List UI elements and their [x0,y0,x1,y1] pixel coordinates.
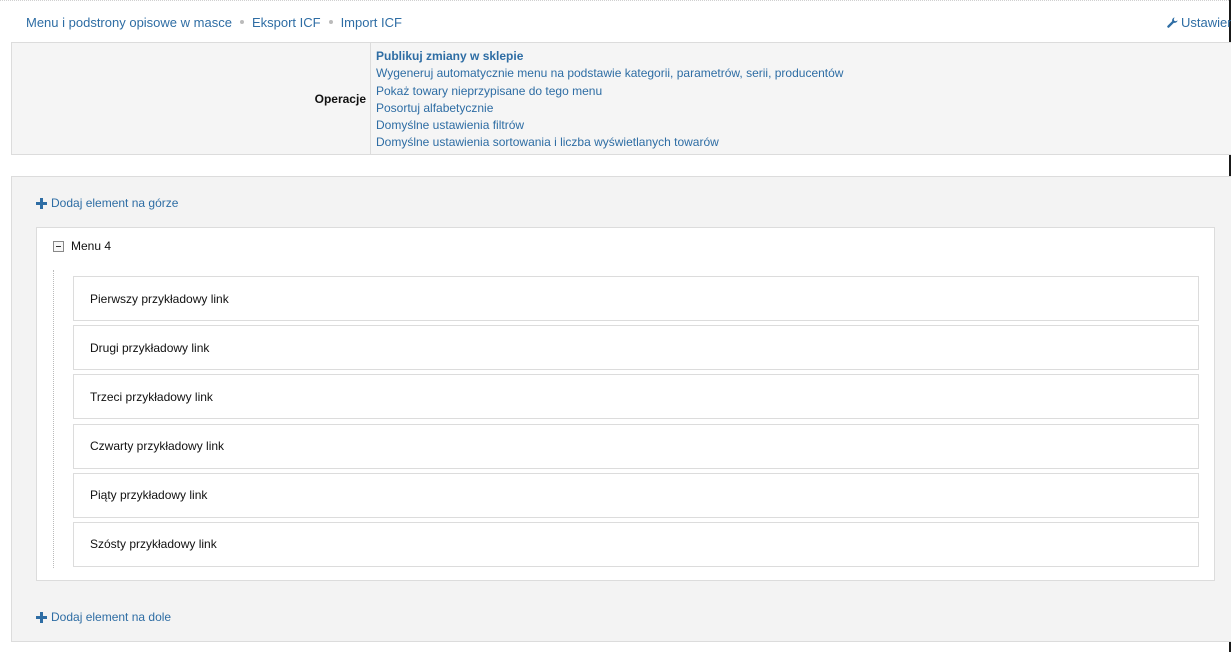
nav-link-menu-masks[interactable]: Menu i podstrony opisowe w masce [26,15,232,30]
menu-title: Menu 4 [71,239,112,253]
wrench-icon [1167,16,1178,28]
menu-header: Menu 4 [53,238,111,254]
operations-table: Operacje Publikuj zmiany w sklepie Wygen… [11,42,1231,155]
menu-editor-panel: Dodaj element na górze Menu 4 Pierwszy p… [11,176,1231,642]
default-filters-link[interactable]: Domyślne ustawienia filtrów [376,117,843,134]
tree-connector-line [53,270,54,568]
menu-item[interactable]: Trzeci przykładowy link [73,374,1199,420]
top-nav: Menu i podstrony opisowe w masce Eksport… [26,13,402,31]
nav-separator [239,20,244,24]
menu-item[interactable]: Pierwszy przykładowy link [73,276,1199,321]
settings-link[interactable]: Ustawien [1167,13,1231,31]
menu-item[interactable]: Piąty przykładowy link [73,472,1199,518]
menu-items-list: Pierwszy przykładowy link Drugi przykład… [73,276,1199,571]
menu-item[interactable]: Czwarty przykładowy link [73,423,1199,469]
sort-alphabetically-link[interactable]: Posortuj alfabetycznie [376,100,843,117]
plus-icon [36,611,47,623]
settings-label: Ustawien [1181,14,1231,30]
operations-label: Operacje [12,43,371,154]
add-element-top-label: Dodaj element na górze [51,196,179,210]
add-element-top-button[interactable]: Dodaj element na górze [36,196,178,210]
top-divider [0,0,1231,1]
default-sorting-link[interactable]: Domyślne ustawienia sortowania i liczba … [376,134,843,151]
add-element-bottom-label: Dodaj element na dole [51,610,172,624]
operations-links: Publikuj zmiany w sklepie Wygeneruj auto… [376,48,843,152]
nav-link-export-icf[interactable]: Eksport ICF [252,15,321,30]
menu-tree: Menu 4 Pierwszy przykładowy link Drugi p… [36,227,1215,581]
plus-icon [36,197,47,209]
menu-item[interactable]: Drugi przykładowy link [73,325,1199,371]
menu-item[interactable]: Szósty przykładowy link [73,521,1199,567]
add-element-bottom-button[interactable]: Dodaj element na dole [36,610,171,624]
nav-link-import-icf[interactable]: Import ICF [341,15,402,30]
nav-separator [328,20,333,24]
generate-menu-link[interactable]: Wygeneruj automatycznie menu na podstawi… [376,65,843,82]
publish-changes-link[interactable]: Publikuj zmiany w sklepie [376,48,843,65]
minus-box-icon[interactable] [53,240,64,252]
show-unassigned-link[interactable]: Pokaż towary nieprzypisane do tego menu [376,83,843,100]
